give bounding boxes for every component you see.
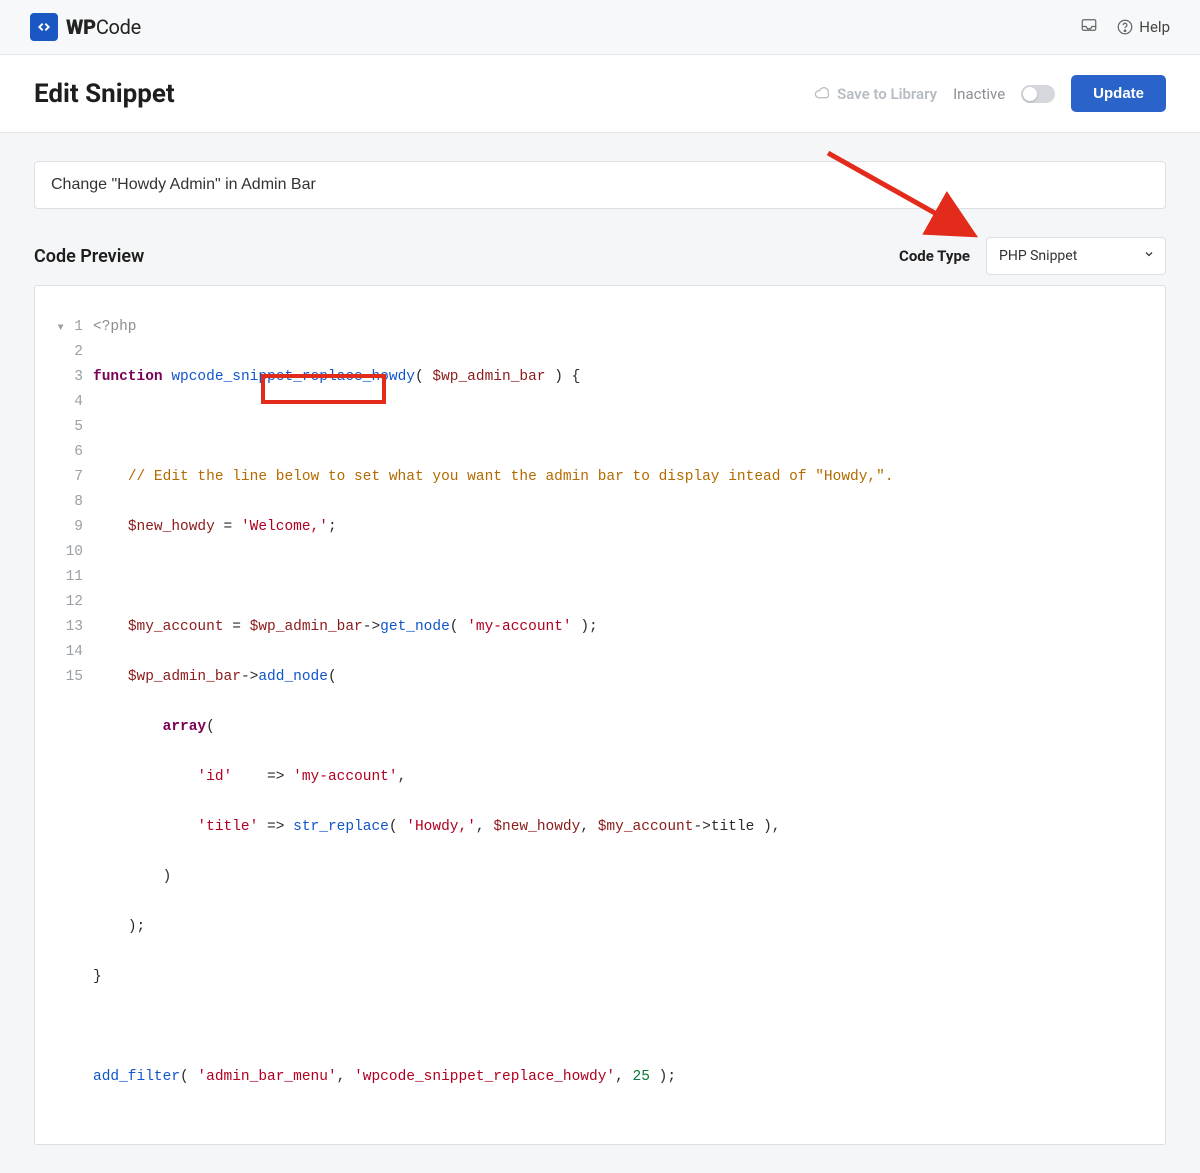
inbox-icon[interactable] (1080, 16, 1098, 38)
brand-logo-icon (30, 13, 58, 41)
help-link[interactable]: Help (1116, 18, 1170, 36)
gutter: ▼ 1 2 3 4 5 6 7 8 9 10 11 12 13 14 15 (35, 286, 93, 694)
snippet-title-input[interactable] (34, 161, 1166, 209)
code-body[interactable]: <?php function wpcode_snippet_replace_ho… (93, 286, 1165, 1144)
help-label: Help (1139, 18, 1170, 36)
chevron-down-icon (1143, 248, 1155, 264)
active-toggle[interactable] (1021, 85, 1055, 103)
code-preview-label: Code Preview (34, 246, 144, 267)
code-type-select[interactable]: PHP Snippet (986, 237, 1166, 275)
action-row: Edit Snippet Save to Library Inactive Up… (0, 55, 1200, 133)
save-to-library-label: Save to Library (837, 85, 937, 103)
brand: WPCode (30, 13, 141, 41)
save-to-library-button[interactable]: Save to Library (814, 85, 937, 103)
content: Code Preview Code Type PHP Snippet ▼ 1 2… (0, 133, 1200, 1173)
update-button[interactable]: Update (1071, 75, 1166, 112)
top-bar: WPCode Help (0, 0, 1200, 55)
status-label: Inactive (953, 85, 1005, 103)
code-type-label: Code Type (899, 247, 970, 265)
code-type-value: PHP Snippet (999, 248, 1077, 264)
toggle-knob (1023, 87, 1037, 101)
code-editor[interactable]: ▼ 1 2 3 4 5 6 7 8 9 10 11 12 13 14 15 <?… (34, 285, 1166, 1145)
brand-name: WPCode (66, 15, 141, 39)
page-title: Edit Snippet (34, 79, 175, 109)
